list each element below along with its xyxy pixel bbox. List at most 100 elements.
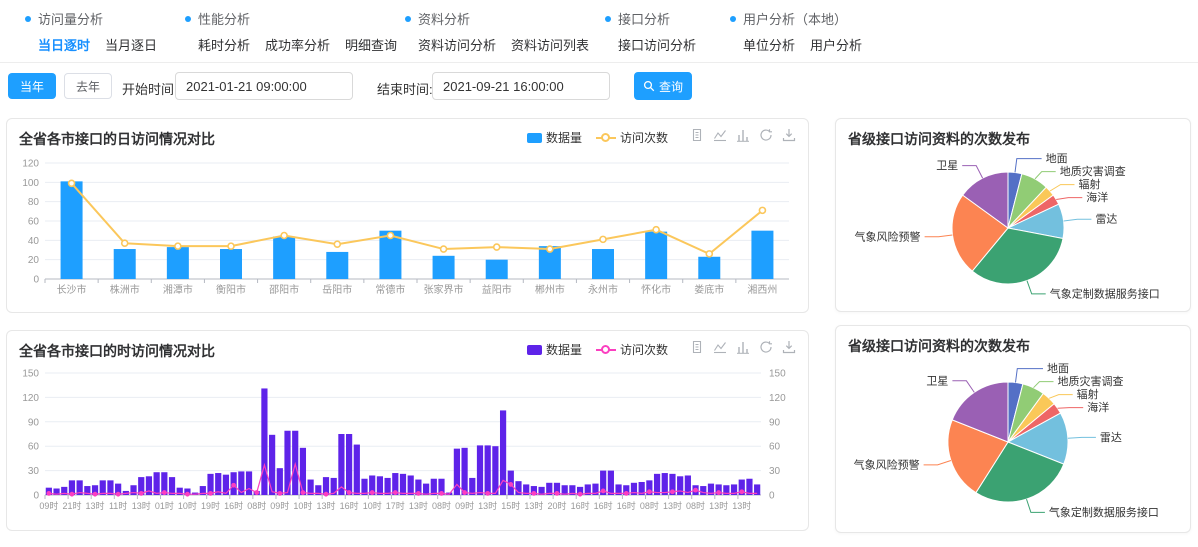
- svg-text:气象风险预警: 气象风险预警: [855, 229, 921, 243]
- svg-text:16时: 16时: [340, 500, 359, 511]
- svg-text:雷达: 雷达: [1095, 213, 1117, 226]
- nav-group-title: 资料分析: [405, 9, 589, 28]
- svg-text:永州市: 永州市: [588, 283, 618, 296]
- svg-text:21时: 21时: [62, 500, 81, 511]
- svg-text:地面: 地面: [1046, 153, 1068, 165]
- restore-icon[interactable]: [759, 128, 773, 142]
- legend-label: 数据量: [546, 129, 582, 146]
- svg-text:40: 40: [28, 236, 40, 247]
- svg-text:20: 20: [28, 255, 40, 266]
- svg-text:150: 150: [769, 369, 786, 380]
- svg-text:海洋: 海洋: [1087, 400, 1109, 414]
- svg-text:16时: 16时: [594, 500, 613, 511]
- nav-link-daily-month[interactable]: 当月逐日: [105, 35, 157, 54]
- bar-chart-toggle-icon[interactable]: [736, 128, 750, 142]
- legend-item-data-volume[interactable]: 数据量: [527, 341, 582, 358]
- start-time-input[interactable]: [175, 72, 353, 100]
- save-image-icon[interactable]: [782, 340, 796, 354]
- nav-link-interface-access-analysis[interactable]: 接口访问分析: [618, 35, 696, 54]
- svg-text:海洋: 海洋: [1086, 190, 1108, 204]
- line-legend-icon: [596, 137, 616, 139]
- svg-text:郴州市: 郴州市: [535, 283, 565, 296]
- svg-text:卫星: 卫星: [936, 159, 958, 172]
- svg-text:0: 0: [33, 275, 39, 286]
- nav-link-data-access-analysis[interactable]: 资料访问分析: [418, 35, 496, 54]
- svg-text:娄底市: 娄底市: [694, 283, 724, 296]
- svg-text:13时: 13时: [409, 500, 428, 511]
- line-chart-toggle-icon[interactable]: [713, 340, 727, 354]
- bullet-icon: [185, 16, 191, 22]
- svg-text:15时: 15时: [501, 500, 520, 511]
- hourly-bar-line-chart[interactable]: 0030306060909012012015015009时21时13时11时13…: [7, 365, 806, 528]
- svg-text:卫星: 卫星: [926, 374, 948, 387]
- search-button[interactable]: 查询: [634, 72, 692, 100]
- search-icon: [643, 80, 655, 92]
- current-year-button[interactable]: 当年: [8, 73, 56, 99]
- bullet-icon: [605, 16, 611, 22]
- chart-toolbox: [690, 340, 796, 354]
- bar-chart-toggle-icon[interactable]: [736, 340, 750, 354]
- top-nav: 访问量分析 当日逐时 当月逐日 性能分析 耗时分析 成功率分析 明细查询 资料分…: [0, 0, 1198, 63]
- bullet-icon: [730, 16, 736, 22]
- svg-text:30: 30: [28, 466, 40, 477]
- line-legend-icon: [596, 349, 616, 351]
- nav-link-time-cost[interactable]: 耗时分析: [198, 35, 250, 54]
- end-time-input[interactable]: [432, 72, 610, 100]
- data-view-icon[interactable]: [690, 340, 704, 354]
- legend-item-visit-count[interactable]: 访问次数: [596, 129, 668, 146]
- nav-group-title: 访问量分析: [25, 9, 157, 28]
- nav-link-success-rate[interactable]: 成功率分析: [265, 35, 330, 54]
- legend-label: 访问次数: [620, 129, 668, 146]
- nav-group-label: 性能分析: [198, 9, 250, 28]
- nav-link-data-access-list[interactable]: 资料访问列表: [511, 35, 589, 54]
- nav-link-detail-query[interactable]: 明细查询: [345, 35, 397, 54]
- svg-text:13时: 13时: [478, 500, 497, 511]
- nav-group-label: 接口分析: [618, 9, 670, 28]
- svg-text:湘潭市: 湘潭市: [163, 283, 193, 296]
- svg-text:气象定制数据服务接口: 气象定制数据服务接口: [1049, 505, 1159, 519]
- line-chart-toggle-icon[interactable]: [713, 128, 727, 142]
- svg-text:怀化市: 怀化市: [641, 283, 671, 296]
- legend-item-data-volume[interactable]: 数据量: [527, 129, 582, 146]
- svg-text:60: 60: [769, 442, 781, 453]
- legend-label: 数据量: [546, 341, 582, 358]
- nav-group-label: 用户分析（本地）: [743, 9, 847, 28]
- svg-text:衡阳市: 衡阳市: [216, 283, 246, 296]
- bullet-icon: [25, 16, 31, 22]
- last-year-button[interactable]: 去年: [64, 73, 112, 99]
- chart-legend: 数据量 访问次数: [527, 129, 668, 146]
- svg-text:张家界市: 张家界市: [424, 283, 464, 296]
- save-image-icon[interactable]: [782, 128, 796, 142]
- svg-text:气象定制数据服务接口: 气象定制数据服务接口: [1050, 286, 1160, 300]
- nav-link-hourly-today[interactable]: 当日逐时: [38, 35, 90, 54]
- data-view-icon[interactable]: [690, 128, 704, 142]
- province-access-pie-chart[interactable]: 地面地质灾害调查辐射海洋雷达气象定制数据服务接口卫星气象风险预警: [836, 360, 1188, 530]
- bullet-icon: [405, 16, 411, 22]
- restore-icon[interactable]: [759, 340, 773, 354]
- nav-group-user-analysis: 用户分析（本地） 单位分析 用户分析: [730, 9, 862, 54]
- nav-group-visit-analysis: 访问量分析 当日逐时 当月逐日: [25, 9, 157, 54]
- svg-text:13时: 13时: [132, 500, 151, 511]
- filter-bar: 当年 去年 开始时间: 结束时间: 查询: [0, 62, 1198, 110]
- chart-title: 全省各市接口的日访问情况对比: [19, 129, 215, 149]
- svg-text:120: 120: [769, 393, 786, 404]
- nav-link-user-analysis[interactable]: 用户分析: [810, 35, 862, 54]
- svg-text:岳阳市: 岳阳市: [322, 283, 352, 296]
- svg-text:90: 90: [769, 417, 781, 428]
- hourly-chart-panel: 全省各市接口的时访问情况对比 数据量 访问次数 0030306060909012: [6, 330, 809, 531]
- svg-text:13时: 13时: [317, 500, 336, 511]
- svg-text:08时: 08时: [686, 500, 705, 511]
- chart-title: 全省各市接口的时访问情况对比: [19, 341, 215, 361]
- svg-text:10时: 10时: [363, 500, 382, 511]
- legend-item-visit-count[interactable]: 访问次数: [596, 341, 668, 358]
- svg-text:90: 90: [28, 417, 40, 428]
- svg-text:17时: 17时: [386, 500, 405, 511]
- province-access-pie-chart[interactable]: 地面地质灾害调查辐射海洋雷达气象定制数据服务接口卫星气象风险预警: [836, 153, 1188, 309]
- nav-group-title: 性能分析: [185, 9, 397, 28]
- nav-link-org-analysis[interactable]: 单位分析: [743, 35, 795, 54]
- nav-group-title: 接口分析: [605, 9, 696, 28]
- svg-text:08时: 08时: [247, 500, 266, 511]
- daily-bar-line-chart[interactable]: 020406080100120长沙市株洲市湘潭市衡阳市邵阳市岳阳市常德市张家界市…: [7, 153, 806, 310]
- chart-legend: 数据量 访问次数: [527, 341, 668, 358]
- svg-text:13时: 13时: [709, 500, 728, 511]
